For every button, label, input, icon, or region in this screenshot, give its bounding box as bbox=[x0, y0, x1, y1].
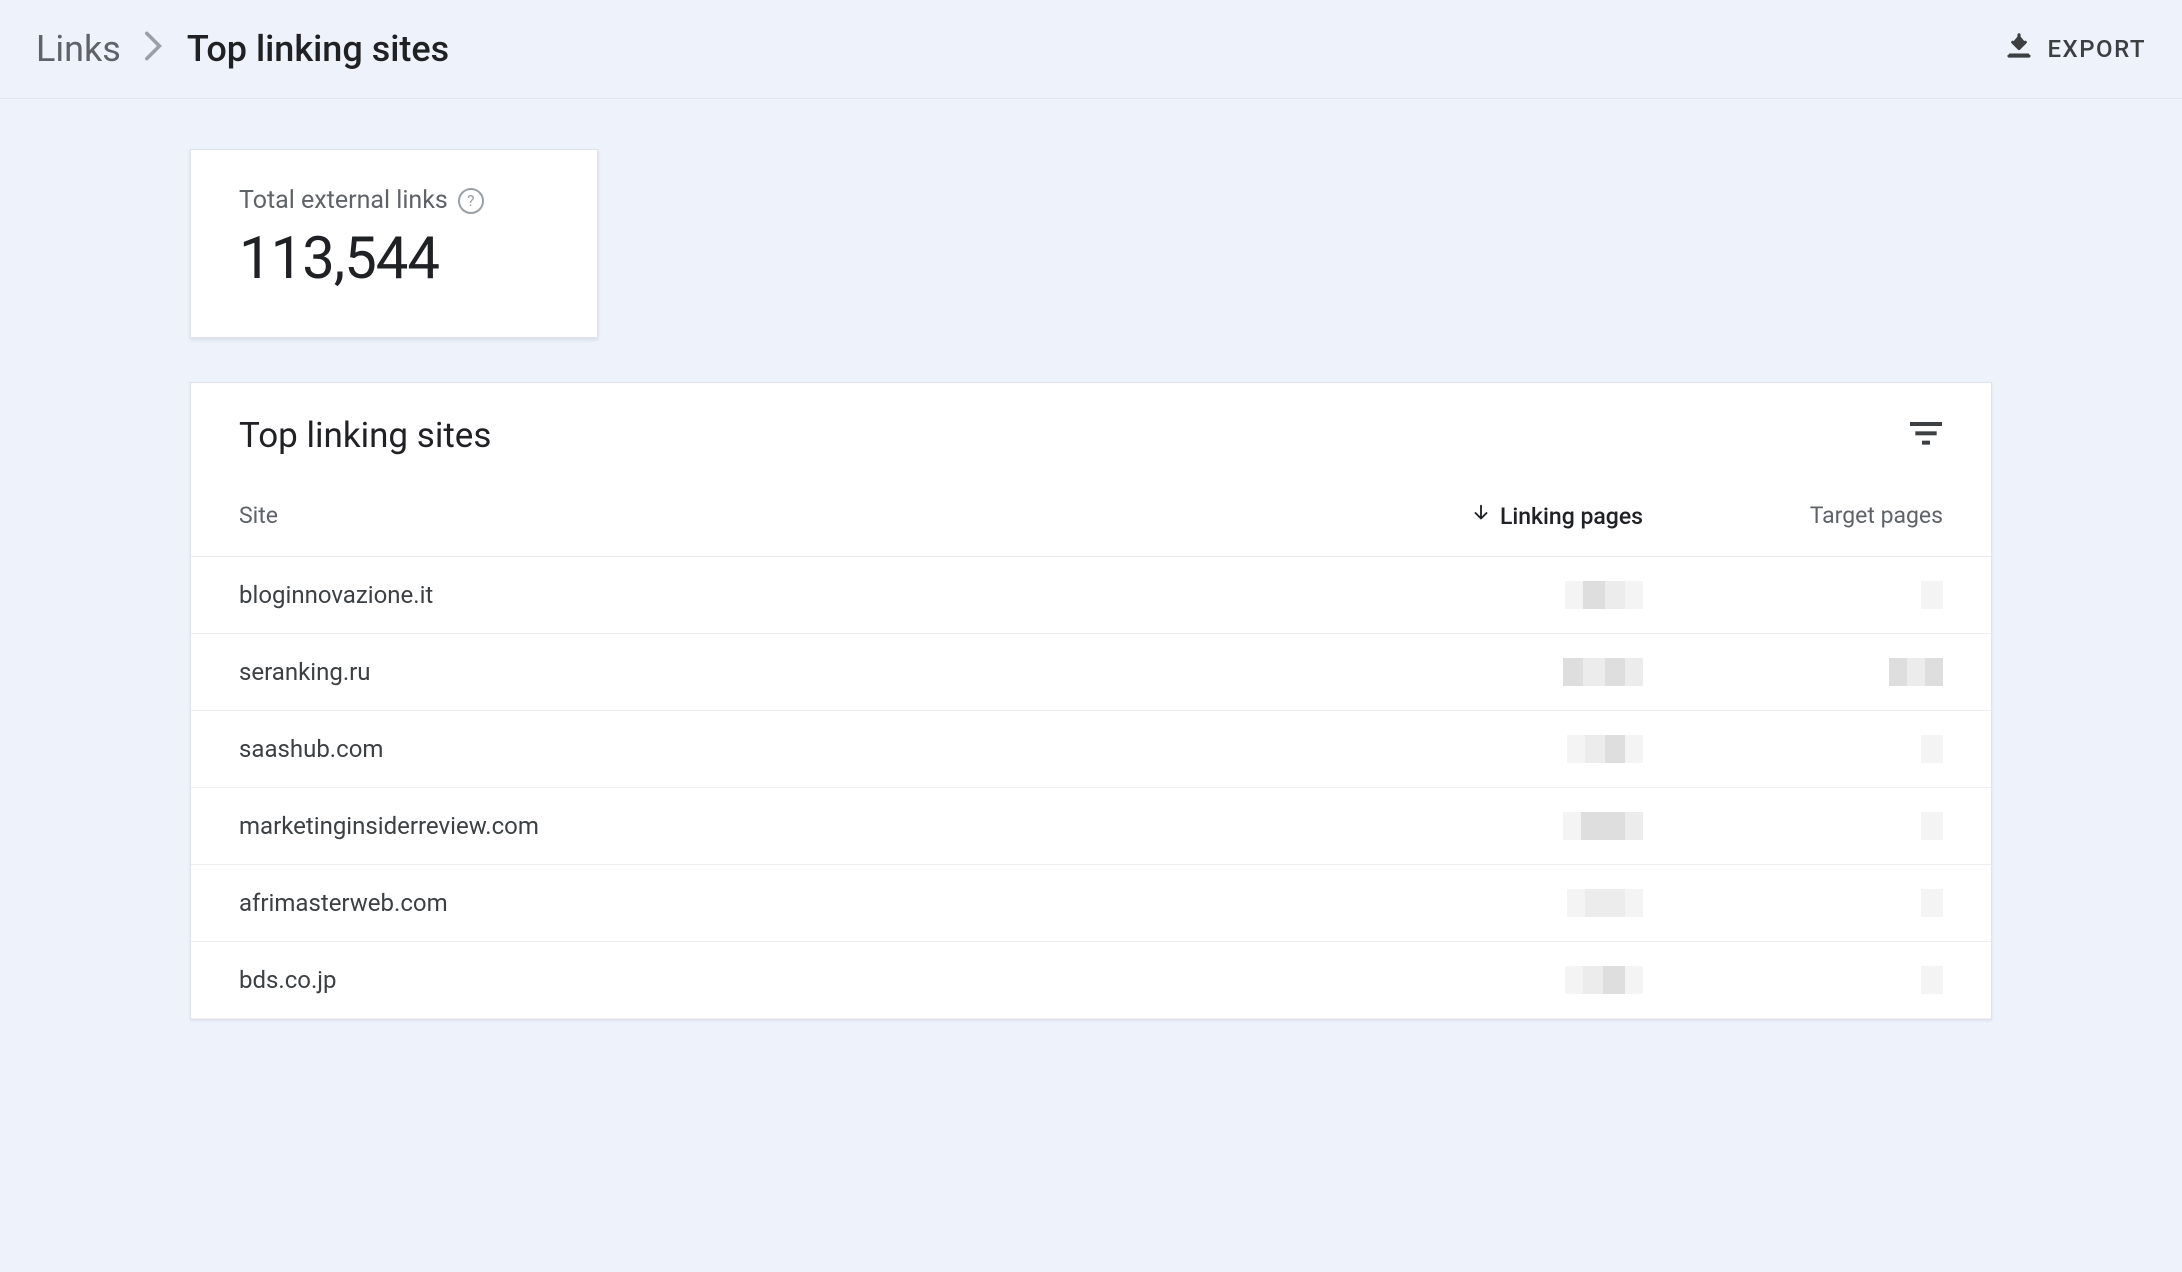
cell-site: bloginnovazione.it bbox=[239, 581, 1323, 609]
cell-target-pages bbox=[1643, 966, 1943, 994]
export-label: EXPORT bbox=[2048, 35, 2147, 63]
cell-target-pages bbox=[1643, 658, 1943, 686]
table-title: Top linking sites bbox=[239, 415, 491, 456]
col-header-linking-pages[interactable]: Linking pages bbox=[1323, 502, 1643, 530]
cell-linking-pages bbox=[1323, 581, 1643, 609]
summary-label: Total external links bbox=[239, 186, 448, 215]
table-header: Top linking sites bbox=[191, 383, 1991, 502]
cell-site: marketinginsiderreview.com bbox=[239, 812, 1323, 840]
cell-linking-pages bbox=[1323, 966, 1643, 994]
table-row[interactable]: bds.co.jp bbox=[191, 942, 1991, 1019]
cell-linking-pages bbox=[1323, 812, 1643, 840]
content-area: Total external links ? 113,544 Top linki… bbox=[0, 99, 2182, 1020]
download-icon bbox=[2004, 31, 2034, 67]
table-column-headers: Site Linking pages Target pages bbox=[191, 502, 1991, 557]
table-row[interactable]: afrimasterweb.com bbox=[191, 865, 1991, 942]
summary-label-row: Total external links ? bbox=[239, 186, 549, 215]
table-row[interactable]: saashub.com bbox=[191, 711, 1991, 788]
col-header-target-pages[interactable]: Target pages bbox=[1643, 502, 1943, 530]
table-card: Top linking sites Site Linking pages Tar… bbox=[190, 382, 1992, 1020]
summary-card: Total external links ? 113,544 bbox=[190, 149, 598, 338]
sort-down-icon bbox=[1470, 502, 1492, 530]
cell-target-pages bbox=[1643, 735, 1943, 763]
table-row[interactable]: bloginnovazione.it bbox=[191, 557, 1991, 634]
breadcrumb: Links Top linking sites bbox=[36, 28, 449, 70]
table-rows: bloginnovazione.it seranking.ru saashub.co… bbox=[191, 557, 1991, 1019]
help-icon[interactable]: ? bbox=[458, 188, 484, 214]
cell-target-pages bbox=[1643, 581, 1943, 609]
cell-site: seranking.ru bbox=[239, 658, 1323, 686]
cell-linking-pages bbox=[1323, 889, 1643, 917]
summary-value: 113,544 bbox=[239, 225, 549, 293]
cell-target-pages bbox=[1643, 812, 1943, 840]
cell-site: afrimasterweb.com bbox=[239, 889, 1323, 917]
cell-linking-pages bbox=[1323, 735, 1643, 763]
cell-target-pages bbox=[1643, 889, 1943, 917]
cell-site: bds.co.jp bbox=[239, 966, 1323, 994]
breadcrumb-parent[interactable]: Links bbox=[36, 28, 121, 70]
col-header-site[interactable]: Site bbox=[239, 502, 1323, 530]
chevron-right-icon bbox=[145, 28, 163, 70]
table-row[interactable]: seranking.ru bbox=[191, 634, 1991, 711]
breadcrumb-current: Top linking sites bbox=[187, 28, 449, 70]
filter-icon[interactable] bbox=[1909, 422, 1943, 450]
cell-linking-pages bbox=[1323, 658, 1643, 686]
cell-site: saashub.com bbox=[239, 735, 1323, 763]
export-button[interactable]: EXPORT bbox=[2004, 31, 2147, 67]
page-header: Links Top linking sites EXPORT bbox=[0, 0, 2182, 99]
table-row[interactable]: marketinginsiderreview.com bbox=[191, 788, 1991, 865]
